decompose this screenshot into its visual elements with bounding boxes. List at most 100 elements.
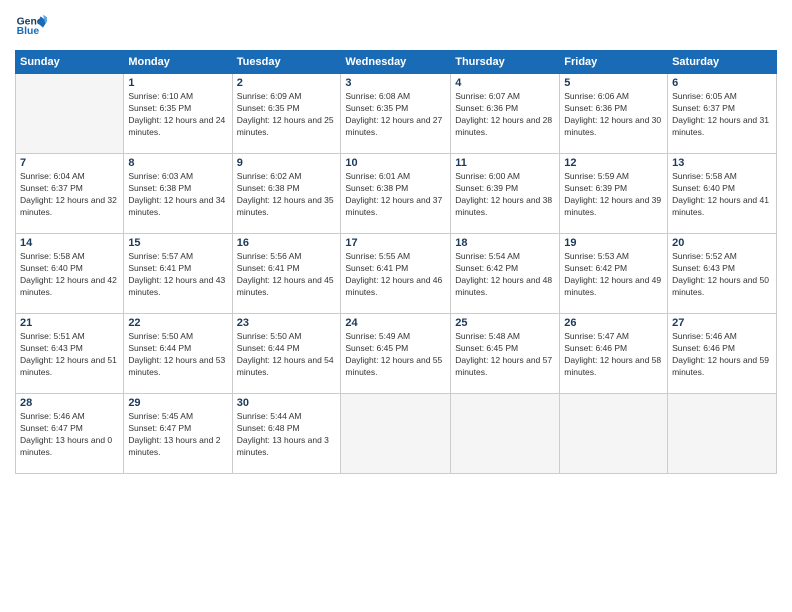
daylight-label: Daylight: 12 hours and 58 minutes.: [564, 355, 661, 377]
day-number: 30: [237, 397, 337, 409]
daylight-label: Daylight: 12 hours and 49 minutes.: [564, 275, 661, 297]
sunset-label: Sunset: 6:41 PM: [128, 263, 191, 273]
day-number: 22: [128, 317, 227, 329]
day-info: Sunrise: 6:06 AM Sunset: 6:36 PM Dayligh…: [564, 91, 663, 139]
daylight-label: Daylight: 12 hours and 25 minutes.: [237, 115, 334, 137]
day-number: 3: [345, 77, 446, 89]
day-number: 26: [564, 317, 663, 329]
sunset-label: Sunset: 6:46 PM: [564, 343, 627, 353]
col-tuesday: Tuesday: [232, 51, 341, 74]
day-info: Sunrise: 6:07 AM Sunset: 6:36 PM Dayligh…: [455, 91, 555, 139]
daylight-label: Daylight: 12 hours and 46 minutes.: [345, 275, 442, 297]
calendar-cell: 1 Sunrise: 6:10 AM Sunset: 6:35 PM Dayli…: [124, 74, 232, 154]
sunset-label: Sunset: 6:37 PM: [672, 103, 735, 113]
logo-icon: General Blue: [15, 10, 47, 42]
col-saturday: Saturday: [668, 51, 777, 74]
sunset-label: Sunset: 6:48 PM: [237, 423, 300, 433]
day-number: 20: [672, 237, 772, 249]
sunset-label: Sunset: 6:45 PM: [345, 343, 408, 353]
day-info: Sunrise: 6:03 AM Sunset: 6:38 PM Dayligh…: [128, 171, 227, 219]
day-info: Sunrise: 5:50 AM Sunset: 6:44 PM Dayligh…: [128, 331, 227, 379]
day-info: Sunrise: 6:02 AM Sunset: 6:38 PM Dayligh…: [237, 171, 337, 219]
daylight-label: Daylight: 12 hours and 41 minutes.: [672, 195, 769, 217]
calendar-cell: 20 Sunrise: 5:52 AM Sunset: 6:43 PM Dayl…: [668, 234, 777, 314]
sunset-label: Sunset: 6:36 PM: [455, 103, 518, 113]
sunrise-label: Sunrise: 6:00 AM: [455, 171, 520, 181]
day-info: Sunrise: 5:55 AM Sunset: 6:41 PM Dayligh…: [345, 251, 446, 299]
sunset-label: Sunset: 6:40 PM: [20, 263, 83, 273]
sunset-label: Sunset: 6:43 PM: [672, 263, 735, 273]
sunset-label: Sunset: 6:35 PM: [345, 103, 408, 113]
daylight-label: Daylight: 12 hours and 38 minutes.: [455, 195, 552, 217]
day-info: Sunrise: 5:52 AM Sunset: 6:43 PM Dayligh…: [672, 251, 772, 299]
day-number: 29: [128, 397, 227, 409]
day-number: 15: [128, 237, 227, 249]
daylight-label: Daylight: 12 hours and 32 minutes.: [20, 195, 117, 217]
daylight-label: Daylight: 12 hours and 37 minutes.: [345, 195, 442, 217]
calendar-cell: 13 Sunrise: 5:58 AM Sunset: 6:40 PM Dayl…: [668, 154, 777, 234]
day-number: 24: [345, 317, 446, 329]
day-info: Sunrise: 5:54 AM Sunset: 6:42 PM Dayligh…: [455, 251, 555, 299]
sunrise-label: Sunrise: 5:46 AM: [20, 411, 85, 421]
calendar-cell: 16 Sunrise: 5:56 AM Sunset: 6:41 PM Dayl…: [232, 234, 341, 314]
calendar-cell: 14 Sunrise: 5:58 AM Sunset: 6:40 PM Dayl…: [16, 234, 124, 314]
day-info: Sunrise: 5:46 AM Sunset: 6:47 PM Dayligh…: [20, 411, 119, 459]
calendar-table: Sunday Monday Tuesday Wednesday Thursday…: [15, 50, 777, 474]
sunrise-label: Sunrise: 5:44 AM: [237, 411, 302, 421]
calendar-cell: 2 Sunrise: 6:09 AM Sunset: 6:35 PM Dayli…: [232, 74, 341, 154]
day-info: Sunrise: 5:58 AM Sunset: 6:40 PM Dayligh…: [20, 251, 119, 299]
sunrise-label: Sunrise: 6:10 AM: [128, 91, 193, 101]
col-thursday: Thursday: [451, 51, 560, 74]
daylight-label: Daylight: 12 hours and 31 minutes.: [672, 115, 769, 137]
day-number: 17: [345, 237, 446, 249]
calendar-cell: 4 Sunrise: 6:07 AM Sunset: 6:36 PM Dayli…: [451, 74, 560, 154]
calendar-header: Sunday Monday Tuesday Wednesday Thursday…: [16, 51, 777, 74]
sunset-label: Sunset: 6:38 PM: [128, 183, 191, 193]
calendar-cell: 28 Sunrise: 5:46 AM Sunset: 6:47 PM Dayl…: [16, 394, 124, 474]
daylight-label: Daylight: 12 hours and 50 minutes.: [672, 275, 769, 297]
daylight-label: Daylight: 12 hours and 24 minutes.: [128, 115, 225, 137]
daylight-label: Daylight: 12 hours and 42 minutes.: [20, 275, 117, 297]
sunset-label: Sunset: 6:35 PM: [128, 103, 191, 113]
daylight-label: Daylight: 12 hours and 54 minutes.: [237, 355, 334, 377]
calendar-cell: 29 Sunrise: 5:45 AM Sunset: 6:47 PM Dayl…: [124, 394, 232, 474]
sunrise-label: Sunrise: 5:47 AM: [564, 331, 629, 341]
daylight-label: Daylight: 13 hours and 2 minutes.: [128, 435, 220, 457]
day-number: 23: [237, 317, 337, 329]
daylight-label: Daylight: 12 hours and 39 minutes.: [564, 195, 661, 217]
day-info: Sunrise: 5:57 AM Sunset: 6:41 PM Dayligh…: [128, 251, 227, 299]
sunrise-label: Sunrise: 6:08 AM: [345, 91, 410, 101]
day-number: 7: [20, 157, 119, 169]
header: General Blue: [15, 10, 777, 42]
sunset-label: Sunset: 6:42 PM: [564, 263, 627, 273]
calendar-cell: 8 Sunrise: 6:03 AM Sunset: 6:38 PM Dayli…: [124, 154, 232, 234]
sunset-label: Sunset: 6:39 PM: [564, 183, 627, 193]
calendar-cell: 5 Sunrise: 6:06 AM Sunset: 6:36 PM Dayli…: [560, 74, 668, 154]
day-number: 13: [672, 157, 772, 169]
sunset-label: Sunset: 6:38 PM: [237, 183, 300, 193]
sunset-label: Sunset: 6:46 PM: [672, 343, 735, 353]
sunset-label: Sunset: 6:36 PM: [564, 103, 627, 113]
sunrise-label: Sunrise: 6:01 AM: [345, 171, 410, 181]
sunset-label: Sunset: 6:35 PM: [237, 103, 300, 113]
sunrise-label: Sunrise: 5:48 AM: [455, 331, 520, 341]
calendar-cell: 30 Sunrise: 5:44 AM Sunset: 6:48 PM Dayl…: [232, 394, 341, 474]
sunrise-label: Sunrise: 6:04 AM: [20, 171, 85, 181]
day-info: Sunrise: 6:05 AM Sunset: 6:37 PM Dayligh…: [672, 91, 772, 139]
calendar-cell: 18 Sunrise: 5:54 AM Sunset: 6:42 PM Dayl…: [451, 234, 560, 314]
sunset-label: Sunset: 6:47 PM: [20, 423, 83, 433]
daylight-label: Daylight: 13 hours and 3 minutes.: [237, 435, 329, 457]
weekday-row: Sunday Monday Tuesday Wednesday Thursday…: [16, 51, 777, 74]
col-friday: Friday: [560, 51, 668, 74]
sunrise-label: Sunrise: 5:45 AM: [128, 411, 193, 421]
day-info: Sunrise: 5:50 AM Sunset: 6:44 PM Dayligh…: [237, 331, 337, 379]
calendar-cell: 23 Sunrise: 5:50 AM Sunset: 6:44 PM Dayl…: [232, 314, 341, 394]
calendar-cell: [451, 394, 560, 474]
day-info: Sunrise: 6:10 AM Sunset: 6:35 PM Dayligh…: [128, 91, 227, 139]
sunrise-label: Sunrise: 6:09 AM: [237, 91, 302, 101]
col-sunday: Sunday: [16, 51, 124, 74]
sunset-label: Sunset: 6:44 PM: [128, 343, 191, 353]
sunrise-label: Sunrise: 5:49 AM: [345, 331, 410, 341]
calendar-cell: [668, 394, 777, 474]
col-monday: Monday: [124, 51, 232, 74]
